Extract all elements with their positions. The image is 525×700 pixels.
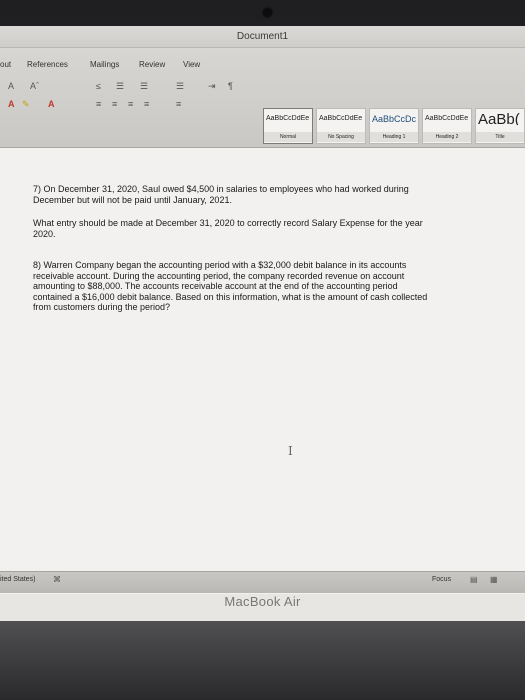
bullets-button[interactable]: ≤ [96, 80, 101, 92]
style-heading-2[interactable]: AaBbCcDdEe Heading 2 [422, 108, 472, 144]
multilevel-list-button[interactable]: ☰ [140, 80, 148, 92]
laptop-chin [0, 621, 525, 700]
focus-button[interactable]: Focus [432, 576, 451, 583]
indent-button[interactable]: ☰ [176, 80, 184, 92]
align-right-button[interactable]: ≡ [128, 98, 133, 110]
align-left-button[interactable]: ≡ [96, 98, 101, 110]
style-heading-1-label: Heading 1 [370, 132, 418, 142]
style-title-label: Title [476, 132, 524, 142]
brand-label: MacBook Air [224, 594, 301, 609]
document-title: Document1 [236, 31, 289, 42]
question-7-prompt-line-1: What entry should be made at December 31… [33, 218, 423, 228]
question-8-line-5: from customers during the period? [33, 302, 171, 312]
question-8-text: 8) Warren Company began the accounting p… [33, 260, 493, 313]
grow-font-button[interactable]: Aˆ [30, 80, 39, 92]
status-bar: ited States) ⌘ Focus ▤ ▦ [0, 571, 525, 593]
question-8-line-4: contained a $16,000 debit balance. Based… [33, 291, 428, 302]
style-title[interactable]: AaBb( Title [475, 108, 525, 144]
pilcrow-icon[interactable]: ¶ [228, 80, 233, 92]
web-layout-icon[interactable]: ▦ [490, 575, 498, 584]
tab-layout[interactable]: out [0, 60, 11, 69]
ribbon: out References Mailings Review View A Aˆ… [0, 48, 525, 148]
font-color-button[interactable]: A [48, 98, 55, 110]
style-heading-1[interactable]: AaBbCcDc Heading 1 [369, 108, 419, 144]
style-heading-2-label: Heading 2 [423, 132, 471, 142]
tab-references[interactable]: References [27, 60, 68, 69]
style-title-sample: AaBb( [478, 111, 520, 125]
style-normal[interactable]: AaBbCcDdEe Normal [263, 108, 313, 144]
question-7-line-1: 7) On December 31, 2020, Saul owed $4,50… [33, 184, 409, 194]
line-spacing-button[interactable]: ≡ [176, 98, 181, 110]
sort-button[interactable]: ⇥ [208, 80, 216, 92]
language-status[interactable]: ited States) [0, 576, 35, 583]
question-7-text: 7) On December 31, 2020, Saul owed $4,50… [33, 184, 493, 205]
style-normal-label: Normal [264, 132, 312, 142]
question-7-prompt: What entry should be made at December 31… [33, 218, 493, 239]
numbering-button[interactable]: ☰ [116, 80, 124, 92]
question-7-line-2: December but will not be paid until Janu… [33, 194, 232, 205]
track-changes-icon[interactable]: ⌘ [53, 575, 61, 584]
font-color-small-button[interactable]: A [8, 80, 14, 92]
styles-gallery: AaBbCcDdEe Normal AaBbCcDdEe No Spacing … [263, 108, 525, 146]
style-heading-2-sample: AaBbCcDdEe [425, 115, 469, 122]
word-window: Document1 out References Mailings Review… [0, 26, 525, 621]
text-effects-button[interactable]: A [8, 98, 15, 110]
highlight-icon[interactable]: ✎ [22, 98, 30, 110]
title-bar: Document1 [0, 26, 525, 48]
question-8-line-2: receivable account. During the accountin… [33, 270, 405, 281]
question-8-line-3: amounting to $88,000. The accounts recei… [33, 281, 398, 291]
document-page[interactable]: 7) On December 31, 2020, Saul owed $4,50… [0, 148, 525, 594]
tab-review[interactable]: Review [139, 60, 165, 69]
style-normal-sample: AaBbCcDdEe [266, 115, 310, 122]
print-layout-icon[interactable]: ▤ [470, 575, 478, 584]
question-8-line-1: 8) Warren Company began the accounting p… [33, 260, 407, 270]
justify-button[interactable]: ≡ [144, 98, 149, 110]
tab-mailings[interactable]: Mailings [90, 60, 119, 69]
question-7-prompt-line-2: 2020. [33, 228, 56, 239]
ibeam-cursor-icon: I [288, 444, 293, 458]
camera-icon [263, 8, 272, 17]
align-center-button[interactable]: ≡ [112, 98, 117, 110]
tab-view[interactable]: View [183, 60, 200, 69]
style-no-spacing-sample: AaBbCcDdEe [319, 115, 363, 122]
style-heading-1-sample: AaBbCcDc [372, 114, 416, 124]
style-no-spacing-label: No Spacing [317, 132, 365, 142]
style-no-spacing[interactable]: AaBbCcDdEe No Spacing [316, 108, 366, 144]
